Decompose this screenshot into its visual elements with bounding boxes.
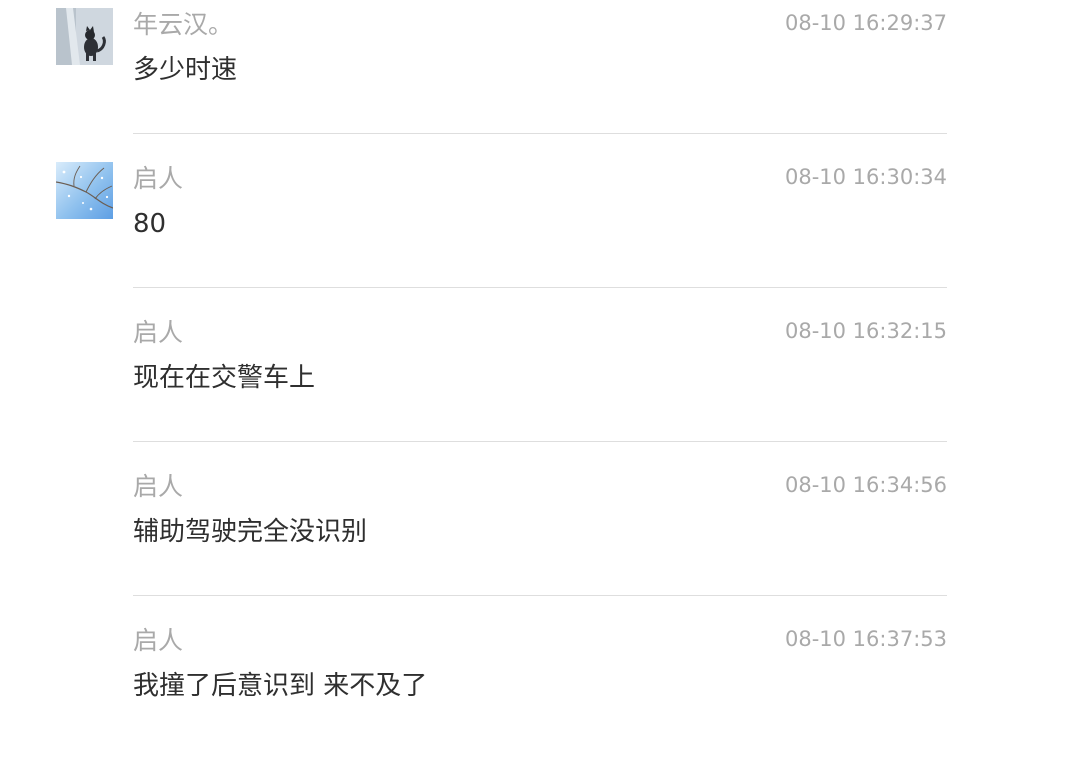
message-text: 多少时速: [133, 55, 238, 85]
message-item: 启人 08-10 16:30:34 80: [0, 154, 1080, 308]
sender-name[interactable]: 启人: [133, 624, 183, 658]
message-text: 辅助驾驶完全没识别: [133, 517, 368, 547]
message-item: 启人 08-10 16:37:53 我撞了后意识到 来不及了: [0, 616, 1080, 770]
message-divider: [133, 441, 947, 442]
sender-name[interactable]: 启人: [133, 316, 183, 350]
message-text: 现在在交警车上: [133, 363, 316, 393]
message-timestamp: 08-10 16:29:37: [784, 11, 947, 35]
message-divider: [133, 595, 947, 596]
message-divider: [133, 133, 947, 134]
message-timestamp: 08-10 16:37:53: [784, 627, 947, 651]
cat-avatar-icon: [56, 8, 113, 65]
message-item: 启人 08-10 16:32:15 现在在交警车上: [0, 308, 1080, 462]
sender-name[interactable]: 启人: [133, 162, 183, 196]
message-timestamp: 08-10 16:34:56: [784, 473, 947, 497]
chat-message-list: 年云汉。 08-10 16:29:37 多少时速 启人 08-10 16:30:…: [0, 0, 1080, 724]
sender-name[interactable]: 年云汉。: [133, 8, 233, 42]
message-text: 80: [133, 209, 167, 239]
message-item: 启人 08-10 16:34:56 辅助驾驶完全没识别: [0, 462, 1080, 616]
message-item: 年云汉。 08-10 16:29:37 多少时速: [0, 0, 1080, 154]
sender-name[interactable]: 启人: [133, 470, 183, 504]
user-avatar-icon[interactable]: [56, 8, 113, 65]
message-timestamp: 08-10 16:30:34: [784, 165, 947, 189]
message-divider: [133, 287, 947, 288]
branches-sky-avatar-icon: [56, 162, 113, 219]
user-avatar-icon[interactable]: [56, 162, 113, 219]
message-text: 我撞了后意识到 来不及了: [133, 671, 428, 701]
message-timestamp: 08-10 16:32:15: [784, 319, 947, 343]
